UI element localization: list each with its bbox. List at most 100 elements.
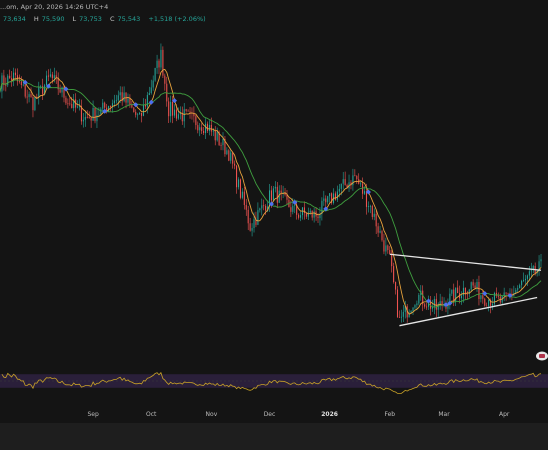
candle-body <box>53 75 55 79</box>
candle-body <box>239 179 241 198</box>
candle-body <box>100 108 102 115</box>
candle-body <box>418 294 420 304</box>
candle-body <box>18 81 20 83</box>
candle-body <box>220 145 222 146</box>
signal-marker <box>148 99 154 105</box>
candle-body <box>402 311 404 317</box>
candle-body <box>102 102 104 109</box>
candle-body <box>49 74 51 77</box>
candle-body <box>391 253 393 267</box>
candle-body <box>414 305 416 308</box>
candle-body <box>119 92 121 96</box>
candle-body <box>28 94 30 98</box>
candle-body <box>210 124 212 132</box>
candle-body <box>278 190 280 203</box>
time-axis-label: Sep <box>87 411 99 418</box>
candle-body <box>364 191 366 194</box>
candle-body <box>59 89 61 93</box>
candle-body <box>253 219 255 229</box>
candle-body <box>86 116 88 118</box>
candle-body <box>400 316 402 318</box>
candle-body <box>484 298 486 306</box>
alert-bell-icon[interactable] <box>536 346 548 361</box>
candle-body <box>474 285 476 289</box>
candle-body <box>20 81 22 85</box>
candle-body <box>354 175 356 177</box>
candle-body <box>272 188 274 201</box>
candle-body <box>340 183 342 189</box>
candle-body <box>228 150 230 161</box>
candle-body <box>177 114 179 119</box>
candle-body <box>523 280 525 281</box>
candle-body <box>175 109 177 119</box>
candle-body <box>5 84 7 86</box>
trendline-upper[interactable] <box>389 253 542 271</box>
candle-body <box>424 304 426 307</box>
candle-body <box>32 96 34 111</box>
candle-body <box>367 206 369 207</box>
bottom-toolbar <box>0 423 548 450</box>
candle-body <box>141 112 143 116</box>
candle-body <box>98 114 100 116</box>
candle-body <box>9 75 11 79</box>
candle-body <box>117 95 119 101</box>
candle-body <box>150 87 152 94</box>
candle-body <box>524 278 527 281</box>
candle-body <box>230 152 232 161</box>
candle-body <box>82 119 84 122</box>
candle-body <box>123 92 125 102</box>
candle-body <box>373 213 375 217</box>
candle-body <box>433 298 435 307</box>
time-axis-label: Oct <box>146 411 157 418</box>
candle-body <box>528 271 530 276</box>
candle-body <box>30 94 32 97</box>
candle-body <box>519 285 521 289</box>
candle-body <box>365 191 368 207</box>
candle-body <box>172 101 174 116</box>
candle-body <box>261 205 263 209</box>
candle-body <box>507 293 509 295</box>
candle-body <box>226 150 228 155</box>
candle-body <box>389 250 391 254</box>
candle-body <box>237 179 240 188</box>
candle-body <box>517 288 519 290</box>
candle-body <box>208 124 210 131</box>
candle-body <box>298 214 300 218</box>
candle-body <box>173 109 176 116</box>
price-chart[interactable] <box>0 0 548 423</box>
candle-body <box>521 280 523 286</box>
candle-body <box>435 298 437 310</box>
candle-body <box>156 60 158 69</box>
candle-body <box>540 259 542 262</box>
candle-body <box>491 303 494 306</box>
candle-body <box>270 190 273 201</box>
candle-body <box>115 100 117 102</box>
candle-body <box>290 207 292 212</box>
candle-body <box>265 205 267 211</box>
candle-body <box>486 305 488 307</box>
candle-body <box>305 213 307 217</box>
candle-body <box>259 208 261 211</box>
candle-body <box>480 295 482 299</box>
candle-body <box>129 98 131 105</box>
candle-body <box>462 287 464 296</box>
candle-body <box>137 114 139 116</box>
candle-body <box>142 104 145 116</box>
candle-body <box>94 107 96 122</box>
candle-body <box>0 91 1 93</box>
candle-body <box>162 49 164 76</box>
trendline-lower[interactable] <box>399 296 538 327</box>
candle-body <box>185 109 187 111</box>
candle-body <box>412 307 414 311</box>
candle-body <box>38 87 40 98</box>
candle-body <box>234 163 236 166</box>
candle-body <box>251 228 253 231</box>
candle-body <box>317 216 319 219</box>
candle-body <box>189 111 191 113</box>
time-axis-label: Nov <box>205 411 218 418</box>
candle-body <box>113 100 115 104</box>
candle-body <box>505 292 507 294</box>
candle-body <box>470 282 472 290</box>
candle-body <box>344 179 346 186</box>
candle-body <box>515 289 517 294</box>
